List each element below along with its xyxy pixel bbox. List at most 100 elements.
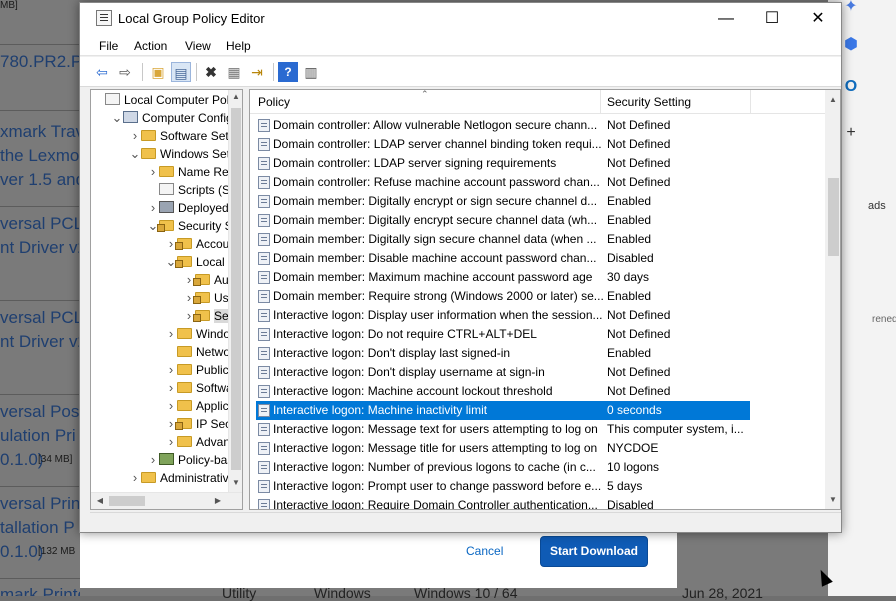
policy-row[interactable]: Interactive logon: Prompt user to change… [256,477,750,496]
tree-item[interactable]: Netwo [165,343,230,361]
menu-file[interactable]: File [99,39,118,53]
background-text-line: [34 MB] [38,454,73,465]
tree-item[interactable]: › Advan [165,433,230,451]
policy-row[interactable]: Interactive logon: Display user informat… [256,306,750,325]
tree-item[interactable]: ⌄ Security Se [147,217,240,235]
console-tree[interactable]: Local Computer Polic ⌄ Computer Configu › So… [90,89,243,510]
tree-item[interactable]: Scripts (Sta [147,181,240,199]
scroll-thumb[interactable] [231,108,241,470]
tree-item[interactable]: › Deployed [147,199,229,217]
collapsed-chevron-icon[interactable]: › [165,397,177,415]
policy-row[interactable]: Interactive logon: Require Domain Contro… [256,496,750,509]
column-divider[interactable] [600,90,601,114]
column-divider[interactable] [750,90,751,114]
collapsed-chevron-icon[interactable]: › [147,451,159,469]
tree-item[interactable]: Local Computer Polic [93,91,238,109]
tree-item[interactable]: › Public [165,361,229,379]
title-bar[interactable]: Local Group Policy Editor — ☐ ✕ [80,3,841,34]
show-hide-tree-icon[interactable]: ▤ [171,62,191,82]
policy-row[interactable]: Domain controller: LDAP server signing r… [256,154,750,173]
minimize-button[interactable]: — [703,3,749,34]
add-icon[interactable]: + [840,122,862,144]
scroll-thumb[interactable] [109,496,145,506]
policy-row[interactable]: Interactive logon: Do not require CTRL+A… [256,325,750,344]
menu-view[interactable]: View [185,39,211,53]
collapsed-chevron-icon[interactable]: › [165,379,177,397]
tree-vertical-scrollbar[interactable]: ▲ ▼ [228,90,242,492]
scroll-left-icon[interactable]: ◀ [93,494,107,508]
collapsed-chevron-icon[interactable]: › [147,199,159,217]
folder-icon [177,346,192,357]
scroll-down-icon[interactable]: ▼ [826,493,840,507]
expanded-chevron-icon[interactable]: ⌄ [111,109,123,127]
policy-row[interactable]: Interactive logon: Don't display last si… [256,344,750,363]
policy-list[interactable]: Policy ⌃ Security Setting Domain control… [249,89,841,510]
cancel-link[interactable]: Cancel [466,544,503,558]
menu-help[interactable]: Help [226,39,251,53]
collapsed-chevron-icon[interactable]: › [147,163,159,181]
policy-row[interactable]: Interactive logon: Message text for user… [256,420,750,439]
tree-item[interactable]: › Software Setti [129,127,235,145]
start-download-button[interactable]: Start Download [540,536,648,567]
export-list-icon[interactable]: ⇥ [247,62,267,82]
back-icon[interactable]: ⇦ [92,62,112,82]
tree-item[interactable]: › Windo [165,325,230,343]
tree-item[interactable]: › Sec [183,307,235,325]
tree-item[interactable]: ⌄ Local P [165,253,236,271]
collapsed-chevron-icon[interactable]: › [165,433,177,451]
tree-item[interactable]: ⌄ Windows Setti [129,145,236,163]
policy-row[interactable]: Interactive logon: Message title for use… [256,439,750,458]
policy-row[interactable]: Domain member: Maximum machine account p… [256,268,750,287]
collapsed-chevron-icon[interactable]: › [129,127,141,145]
policy-row[interactable]: Interactive logon: Don't display usernam… [256,363,750,382]
tree-item[interactable]: › Au [183,271,229,289]
policy-row[interactable]: Domain member: Digitally encrypt or sign… [256,192,750,211]
policy-name: Domain member: Digitally encrypt or sign… [273,194,598,208]
collections-icon[interactable]: ⬢ [840,34,862,56]
scroll-up-icon[interactable]: ▲ [826,93,840,107]
policy-row[interactable]: Interactive logon: Machine inactivity li… [256,401,750,420]
menu-action[interactable]: Action [134,39,167,53]
policy-row[interactable]: Domain controller: LDAP server channel b… [256,135,750,154]
help-icon[interactable]: ? [278,62,298,82]
policy-row[interactable]: Domain member: Disable machine account p… [256,249,750,268]
collapsed-chevron-icon[interactable]: › [165,325,177,343]
tree-item[interactable]: › Accou [165,235,230,253]
scroll-down-icon[interactable]: ▼ [229,476,242,490]
policy-row[interactable]: Interactive logon: Number of previous lo… [256,458,750,477]
column-header-security-setting[interactable]: Security Setting [607,95,691,109]
policy-row[interactable]: Domain member: Digitally sign secure cha… [256,230,750,249]
forward-icon[interactable]: ⇨ [115,62,135,82]
policy-row[interactable]: Domain member: Require strong (Windows 2… [256,287,750,306]
up-folder-icon[interactable]: ▣ [148,62,168,82]
collapsed-chevron-icon[interactable]: › [165,361,177,379]
view-icon[interactable]: ▥ [301,62,321,82]
policy-row[interactable]: Domain member: Digitally encrypt secure … [256,211,750,230]
column-header-policy[interactable]: Policy [258,95,290,109]
toolbar-separator [196,63,197,81]
copilot-icon[interactable]: ✦ [840,0,862,18]
policy-row[interactable]: Domain controller: Allow vulnerable Netl… [256,116,750,135]
scroll-up-icon[interactable]: ▲ [229,90,242,104]
tree-item[interactable]: › Name Res [147,163,235,181]
collapsed-chevron-icon[interactable]: › [129,469,141,487]
expanded-chevron-icon[interactable]: ⌄ [129,145,141,163]
close-button[interactable]: ✕ [795,3,841,34]
policy-row[interactable]: Domain controller: Refuse machine accoun… [256,173,750,192]
policy-row[interactable]: Interactive logon: Machine account locko… [256,382,750,401]
tree-item[interactable]: › Policy-bas [147,451,234,469]
tree-item[interactable]: ⌄ Computer Configu [111,109,240,127]
tree-item[interactable]: › IP Secu [165,415,238,433]
tree-item[interactable]: › Administrativ [129,469,229,487]
scroll-right-icon[interactable]: ▶ [211,494,225,508]
tree-horizontal-scrollbar[interactable]: ◀ ▶ [91,492,242,509]
outlook-icon[interactable]: O [840,76,862,98]
list-vertical-scrollbar[interactable]: ▲ ▼ [825,90,840,509]
scroll-thumb[interactable] [828,178,839,256]
maximize-button[interactable]: ☐ [749,3,795,34]
delete-icon[interactable]: ✖ [201,62,221,82]
tree-item[interactable]: › Softwa [165,379,233,397]
policy-setting-icon [258,442,270,455]
properties-icon[interactable]: ▦ [224,62,244,82]
tree-item[interactable]: › Applic [165,397,229,415]
